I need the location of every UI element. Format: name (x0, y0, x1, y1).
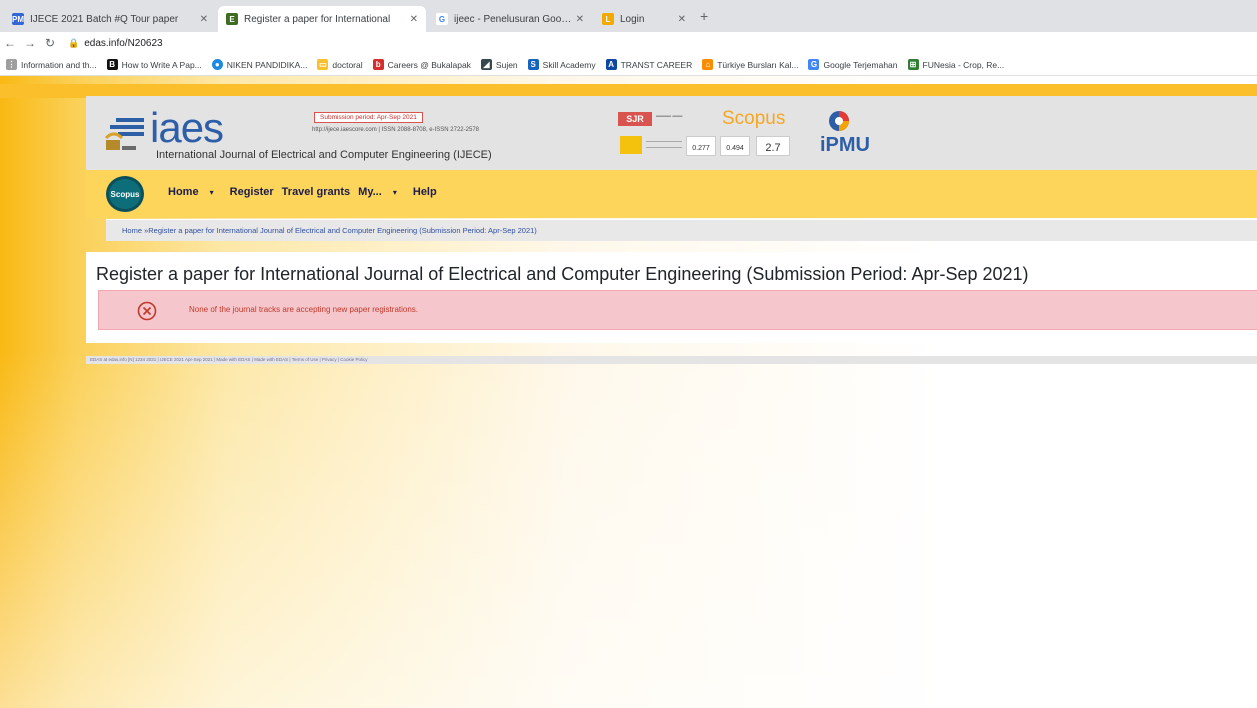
apps-icon: ⋮ (6, 59, 17, 70)
iaes-logo-text[interactable]: iaes (150, 104, 224, 152)
google-icon: G (436, 13, 448, 25)
bookmark-icon: ⌂ (702, 59, 714, 70)
bookmark-item[interactable]: ⌂ Türkiye Bursları Kal... (702, 59, 798, 70)
scopus-logo[interactable]: Scopus (722, 108, 785, 130)
login-icon: L (602, 13, 614, 25)
browser-tab-strip: PM IJECE 2021 Batch #Q Tour paper ✕ E Re… (0, 0, 1257, 32)
main-navbar: Scopus Home ▾ Register Travel grants My.… (86, 170, 1257, 218)
pm-icon: PM (12, 13, 24, 25)
breadcrumb[interactable]: Home »Register a paper for International… (106, 219, 1257, 241)
bookmarks-bar: ⋮ Information and th... B How to Write A P… (0, 54, 1257, 76)
bookmark-item[interactable]: G Google Terjemahan (808, 59, 898, 70)
iaes-logo-mark-icon (104, 118, 144, 150)
tab-title: IJECE 2021 Batch #Q Tour paper (30, 13, 179, 25)
nav-register[interactable]: Register (230, 186, 274, 198)
bookmark-item[interactable]: A TRANST CAREER (605, 59, 692, 70)
forward-icon[interactable]: → (20, 36, 40, 50)
translate-icon: G (808, 59, 820, 70)
close-icon[interactable]: ✕ (410, 14, 418, 25)
lock-icon: 🔒 (68, 37, 80, 48)
close-icon[interactable]: ✕ (576, 14, 584, 25)
sjr-badge[interactable]: SJR (618, 112, 652, 126)
reload-icon[interactable]: ↻ (40, 36, 60, 50)
metric-citescore-3: 2.7 (756, 136, 790, 156)
sjr-subtext: ▬▬▬ ▬▬ (656, 113, 683, 119)
quartile-lines (646, 141, 682, 148)
page-content: iaes International Journal of Electrical… (0, 76, 1257, 708)
ipmu-swirl-icon (829, 111, 849, 131)
b-icon: B (106, 59, 118, 70)
nav-home[interactable]: Home ▾ (168, 186, 222, 198)
browser-toolbar: ← → ↻ 🔒 edas.info/N20623 (0, 32, 1257, 54)
journal-name: International Journal of Electrical and … (156, 149, 492, 161)
scopus-badge-icon[interactable]: Scopus (106, 176, 144, 212)
crop-icon: ⊞ (907, 59, 919, 70)
nav-help[interactable]: Help (413, 186, 437, 198)
tab-register-paper[interactable]: E Register a paper for International ✕ (218, 6, 426, 32)
error-alert: None of the journal tracks are accepting… (98, 290, 1257, 330)
url-text: edas.info/N20623 (84, 37, 163, 49)
tab-title: ijeec - Penelusuran Google (454, 13, 572, 25)
metric-citescore-1: 0.277 (686, 136, 716, 156)
quartile-badge (620, 136, 642, 154)
tab-title: Register a paper for International (244, 13, 391, 25)
nav-my[interactable]: My... ▾ (358, 186, 405, 198)
page-footer: EDAS at edas.info [N] 1234 2021 | IJECE … (86, 356, 1257, 364)
nav-travel-grants[interactable]: Travel grants (282, 186, 350, 198)
chevron-down-icon: ▾ (392, 188, 397, 197)
bookmark-item[interactable]: ● NIKEN PANDIDIKA... (211, 59, 307, 70)
ipmu-logo[interactable]: iPMU (820, 134, 870, 157)
breadcrumb-text[interactable]: Home »Register a paper for International… (122, 226, 537, 235)
bookmark-item[interactable]: ◢ Sujen (480, 59, 518, 70)
journal-header: iaes International Journal of Electrical… (86, 96, 1257, 170)
bookmark-item[interactable]: ⋮ Information and th... (6, 59, 97, 70)
page-title: Register a paper for International Journ… (96, 264, 1029, 284)
tab-ijece-batch[interactable]: PM IJECE 2021 Batch #Q Tour paper ✕ (4, 6, 216, 32)
back-icon[interactable]: ← (0, 36, 20, 50)
address-bar[interactable]: 🔒 edas.info/N20623 (68, 38, 163, 49)
register-card: Register a paper for International Journ… (86, 252, 1257, 343)
alert-message: None of the journal tracks are accepting… (189, 305, 419, 314)
tab-title: Login (620, 13, 645, 25)
close-icon[interactable]: ✕ (200, 14, 208, 25)
career-icon: A (605, 59, 617, 70)
submission-period-badge: Submission period: Apr-Sep 2021 (314, 112, 423, 123)
tab-login[interactable]: L Login ✕ (594, 6, 694, 32)
bookmark-item[interactable]: ▭ doctoral (317, 59, 363, 70)
nav-menu: Home ▾ Register Travel grants My... ▾ He… (168, 186, 445, 198)
error-circle-x-icon (137, 301, 157, 321)
bookmark-item[interactable]: B How to Write A Pap... (106, 59, 202, 70)
skill-academy-icon: S (527, 59, 539, 70)
edas-icon: E (226, 13, 238, 25)
close-icon[interactable]: ✕ (678, 14, 686, 25)
image-icon: ◢ (480, 59, 492, 70)
new-tab-button[interactable]: + (700, 8, 708, 24)
issn-text: http://ijece.iaescore.com | ISSN 2088-87… (312, 127, 479, 133)
folder-icon: ▭ (317, 59, 329, 70)
bookmark-item[interactable]: b Careers @ Bukalapak (372, 59, 471, 70)
bookmark-item[interactable]: S Skill Academy (527, 59, 596, 70)
bukalapak-icon: b (372, 59, 384, 70)
metric-citescore-2: 0.494 (720, 136, 750, 156)
globe-icon: ● (211, 59, 223, 70)
tab-google-search[interactable]: G ijeec - Penelusuran Google ✕ (428, 6, 592, 32)
bookmark-item[interactable]: ⊞ FUNesia - Crop, Re... (907, 59, 1004, 70)
chevron-down-icon: ▾ (209, 188, 214, 197)
